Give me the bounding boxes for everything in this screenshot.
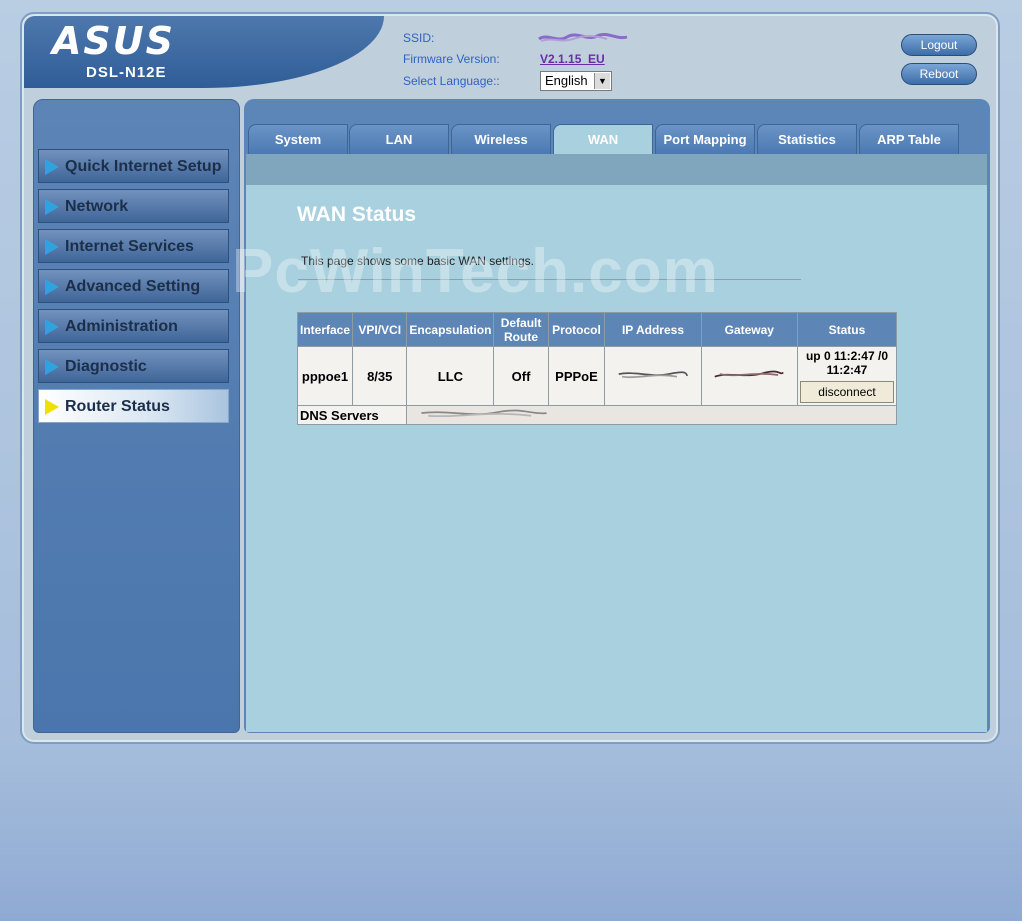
column-header: Gateway (700, 312, 798, 347)
interface-cell: pppoe1 (296, 346, 354, 406)
sidebar-item-label: Advanced Setting (65, 278, 201, 295)
firmware-label: Firmware Version: (403, 52, 500, 66)
sidebar-item-network[interactable]: Network (38, 189, 229, 223)
tab-wireless[interactable]: Wireless (451, 124, 551, 154)
sidebar-item-label: Router Status (65, 398, 170, 415)
language-select[interactable]: English ▼ (540, 71, 612, 91)
wan-status-table: Interface VPI/VCI Encapsulation Default … (296, 312, 898, 425)
default-route-cell: Off (493, 346, 549, 406)
column-header: Encapsulation (406, 312, 495, 347)
sidebar-item-advanced-setting[interactable]: Advanced Setting (38, 269, 229, 303)
sidebar-item-label: Diagnostic (65, 358, 147, 375)
sidebar-item-label: Quick Internet Setup (65, 158, 222, 175)
arrow-right-icon (45, 279, 59, 295)
sidebar-item-diagnostic[interactable]: Diagnostic (38, 349, 229, 383)
page-title: WAN Status (297, 203, 417, 226)
gateway-redacted (714, 370, 785, 378)
tab-port-mapping[interactable]: Port Mapping (655, 124, 755, 154)
table-row: pppoe1 8/35 LLC Off PPPoE up 0 11:2:47 /… (296, 346, 898, 406)
ssid-value-redacted (538, 32, 628, 42)
sidebar-item-quick-internet-setup[interactable]: Quick Internet Setup (38, 149, 229, 183)
gateway-cell (700, 346, 798, 406)
sidebar-item-internet-services[interactable]: Internet Services (38, 229, 229, 263)
column-header: VPI/VCI (352, 312, 408, 347)
reboot-button[interactable]: Reboot (901, 63, 977, 85)
tab-wan[interactable]: WAN (553, 124, 653, 154)
dns-servers-label: DNS Servers (296, 405, 408, 425)
ssid-label: SSID: (403, 31, 435, 45)
tab-arp-table[interactable]: ARP Table (859, 124, 959, 154)
column-header: Status (796, 312, 898, 347)
tab-system[interactable]: System (248, 124, 348, 154)
arrow-right-icon (45, 399, 59, 415)
language-label: Select Language:: (403, 74, 500, 88)
content-header-band (246, 154, 987, 185)
dns-servers-redacted (421, 409, 548, 417)
column-header: IP Address (604, 312, 702, 347)
sidebar-item-administration[interactable]: Administration (38, 309, 229, 343)
dropdown-arrow-icon[interactable]: ▼ (594, 73, 610, 89)
sidebar-item-label: Network (65, 198, 129, 215)
firmware-version[interactable]: V2.1.15_EU (540, 52, 605, 66)
tab-lan[interactable]: LAN (349, 124, 449, 154)
status-cell: up 0 11:2:47 /0 11:2:47 disconnect (796, 346, 898, 406)
sidebar-item-router-status[interactable]: Router Status (38, 389, 229, 423)
sidebar-item-label: Administration (65, 318, 178, 335)
arrow-right-icon (45, 319, 59, 335)
column-header: Protocol (547, 312, 606, 347)
arrow-right-icon (45, 159, 59, 175)
sidebar-item-label: Internet Services (65, 238, 194, 255)
disconnect-button[interactable]: disconnect (799, 381, 894, 403)
vpi-vci-cell: 8/35 (352, 346, 408, 406)
encapsulation-cell: LLC (406, 346, 495, 406)
dns-row: DNS Servers (296, 405, 897, 425)
watermark: PcWinTech.com (232, 237, 719, 306)
protocol-cell: PPPoE (547, 346, 606, 406)
language-selected-value: English (545, 73, 588, 88)
column-header: Interface (296, 312, 354, 347)
arrow-right-icon (45, 359, 59, 375)
connection-status-text: up 0 11:2:47 /0 11:2:47 (805, 349, 888, 377)
table-header-row: Interface VPI/VCI Encapsulation Default … (296, 312, 898, 347)
tab-statistics[interactable]: Statistics (757, 124, 857, 154)
ip-address-redacted (618, 370, 689, 378)
model-name: DSL-N12E (86, 64, 167, 81)
arrow-right-icon (45, 199, 59, 215)
brand-logo: ASUS (52, 19, 176, 63)
column-header: Default Route (493, 312, 549, 347)
dns-servers-value (406, 405, 897, 425)
ip-address-cell (604, 346, 702, 406)
logout-button[interactable]: Logout (901, 34, 977, 56)
arrow-right-icon (45, 239, 59, 255)
